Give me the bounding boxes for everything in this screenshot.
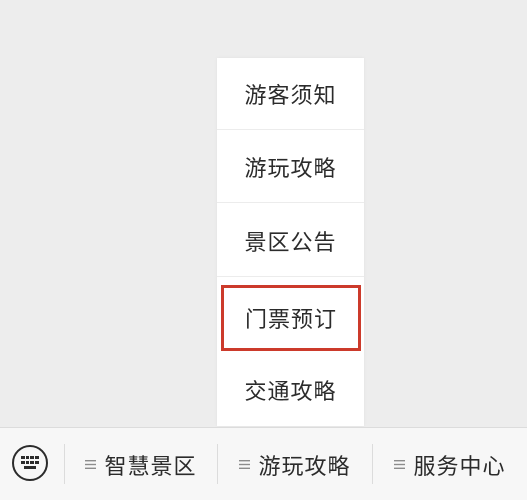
submenu-item-play-guide[interactable]: 游玩攻略 — [217, 131, 364, 203]
tab-label: 服务中心 — [413, 454, 506, 480]
submenu-item-label: 门票预订 — [244, 308, 337, 333]
submenu-item-label: 交通攻略 — [244, 380, 337, 405]
submenu-item-visitor-notice[interactable]: 游客须知 — [217, 58, 364, 130]
tab-play-guide[interactable]: 游玩攻略 — [218, 428, 372, 500]
submenu-item-label: 游玩攻略 — [244, 156, 337, 182]
submenu-item-traffic-guide[interactable]: 交通攻略 — [217, 354, 364, 426]
submenu-item-ticket-booking[interactable]: 门票预订 — [221, 285, 361, 351]
tab-smart-scenic[interactable]: 智慧景区 — [65, 428, 217, 500]
wechat-official-account-screen: 游客须知 游玩攻略 景区公告 门票预订 交通攻略 智慧景区 游玩攻略 服务中心 — [0, 0, 527, 500]
menu-lines-icon — [394, 460, 406, 469]
bottom-menu-bar: 智慧景区 游玩攻略 服务中心 — [0, 427, 527, 500]
submenu-item-scenic-announcement[interactable]: 景区公告 — [217, 205, 364, 277]
tab-label: 游玩攻略 — [258, 454, 351, 480]
menu-lines-icon — [239, 460, 251, 469]
submenu-item-label: 景区公告 — [244, 230, 337, 256]
submenu-popup: 游客须知 游玩攻略 景区公告 门票预订 交通攻略 — [217, 58, 364, 426]
tab-label: 智慧景区 — [104, 454, 197, 480]
menu-lines-icon — [85, 460, 97, 469]
keyboard-icon — [21, 456, 39, 469]
tab-service-center[interactable]: 服务中心 — [373, 428, 527, 500]
submenu-item-label: 游客须知 — [244, 83, 337, 109]
keyboard-toggle-button[interactable] — [12, 445, 48, 481]
